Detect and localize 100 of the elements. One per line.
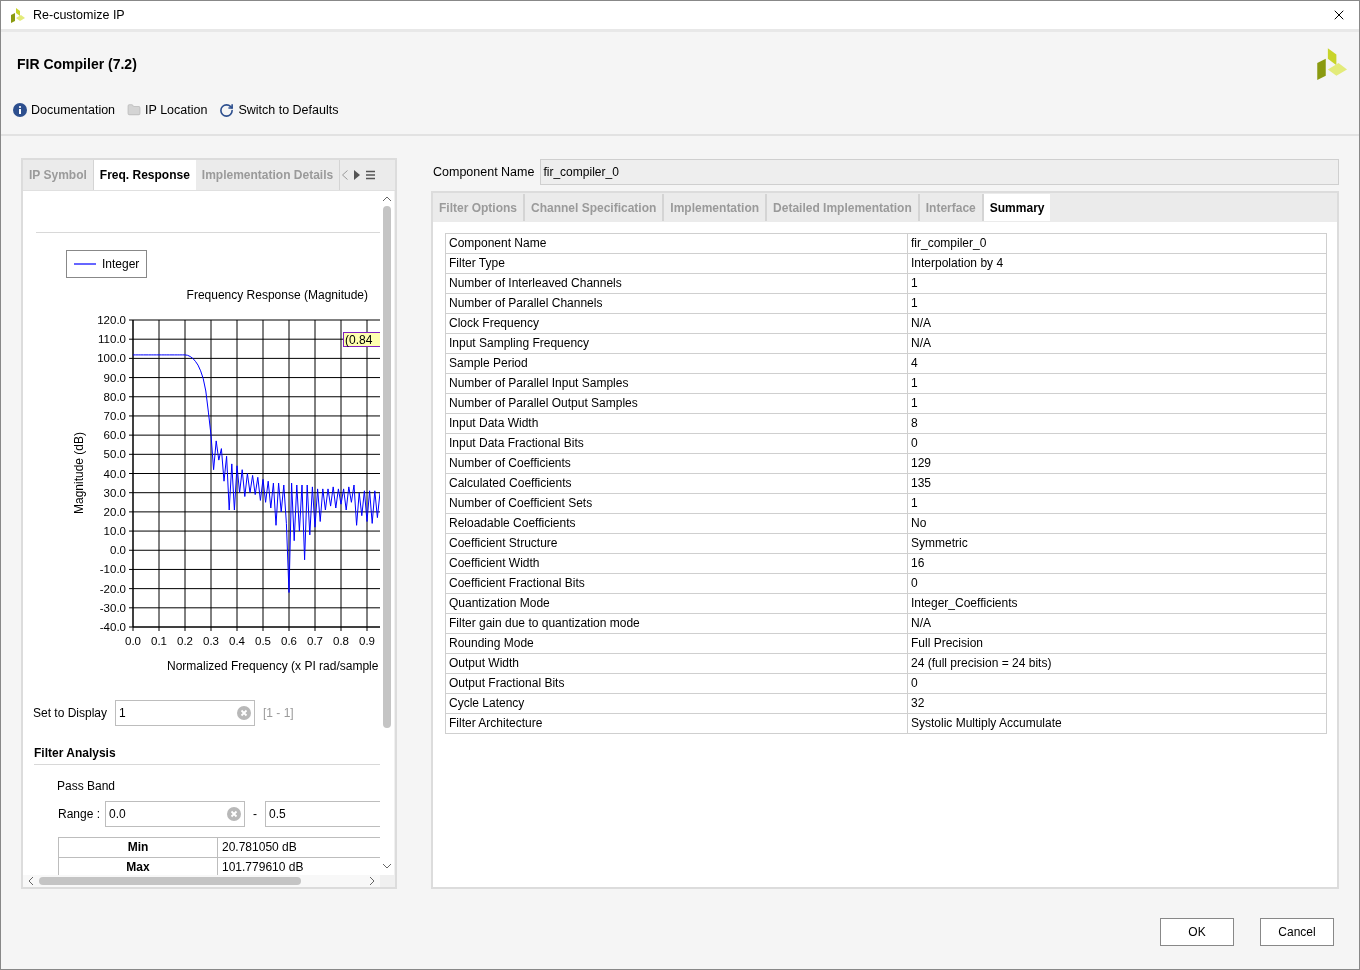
scroll-right-icon[interactable]: [354, 170, 361, 180]
summary-value-cell: 32: [908, 694, 1327, 713]
y-tick-label: -20.0: [99, 582, 126, 595]
x-tick-label: 0.2: [177, 635, 193, 647]
summary-name-cell: Coefficient Fractional Bits: [446, 574, 908, 593]
field-label: Range :: [58, 806, 101, 823]
summary-name-cell: Component Name: [446, 234, 908, 253]
x-tick-label: 0.4: [229, 635, 245, 647]
summary-value-cell: 135: [908, 474, 1327, 493]
dialog-button[interactable]: Cancel: [1260, 918, 1334, 946]
annotation: (0.84: [345, 333, 373, 347]
y-axis-label: Magnitude (dB): [72, 432, 86, 514]
summary-value-cell: Interpolation by 4: [908, 254, 1327, 273]
x-tick-label: 0.7: [307, 635, 323, 647]
summary-name-cell: Number of Coefficient Sets: [446, 494, 908, 513]
component-name-field[interactable]: fir_compiler_0: [540, 159, 1339, 185]
x-axis-label: Normalized Frequency (x PI rad/sample: [167, 659, 379, 673]
y-tick-label: -10.0: [99, 563, 126, 576]
range-separator: -: [252, 806, 259, 823]
x-tick-label: 0.1: [151, 635, 167, 647]
summary-value-cell: 1: [908, 374, 1327, 393]
scroll-left-icon[interactable]: [27, 876, 35, 886]
summary-name-cell: Coefficient Structure: [446, 534, 908, 553]
summary-value-cell: 1: [908, 294, 1327, 313]
panel-tab[interactable]: Freq. Response: [93, 160, 196, 190]
input-field[interactable]: 0.5: [265, 801, 380, 827]
input-field[interactable]: 0.0: [105, 801, 246, 827]
summary-name-cell: Input Sampling Frequency: [446, 334, 908, 353]
x-tick-label: 0.5: [255, 635, 271, 647]
x-tick-label: 0.3: [203, 635, 219, 647]
config-tab[interactable]: Summary: [983, 194, 1051, 221]
group-label: Pass Band: [57, 779, 116, 793]
summary-value-cell: 8: [908, 414, 1327, 433]
summary-name-cell: Coefficient Width: [446, 554, 908, 573]
scroll-right-icon[interactable]: [368, 876, 376, 886]
y-tick-label: -40.0: [99, 621, 126, 633]
summary-value-cell: 4: [908, 354, 1327, 373]
field-label: Set to Display: [33, 705, 109, 722]
summary-name-cell: Output Width: [446, 654, 908, 673]
summary-name-cell: Filter Architecture: [446, 714, 908, 733]
tooltip: (0.84: [343, 332, 380, 347]
range-hint: [1 - 1]: [263, 705, 294, 722]
summary-value-cell: No: [908, 514, 1327, 533]
summary-value-cell: 0: [908, 574, 1327, 593]
section-heading: Filter Analysis: [34, 746, 116, 760]
x-tick-label: 0.9: [359, 635, 375, 647]
summary-name-cell: Sample Period: [446, 354, 908, 373]
x-tick-label: 0.0: [125, 635, 141, 647]
info-icon: [13, 103, 27, 118]
x-tick-label: 0.6: [281, 635, 297, 647]
summary-value-cell: Symmetric: [908, 534, 1327, 553]
x-tick-label: 0.8: [333, 635, 349, 647]
summary-value-cell: N/A: [908, 614, 1327, 633]
summary-name-cell: Clock Frequency: [446, 314, 908, 333]
y-tick-label: 60.0: [103, 429, 126, 442]
summary-value-cell: 16: [908, 554, 1327, 573]
summary-name-cell: Number of Parallel Output Samples: [446, 394, 908, 413]
summary-name-cell: Number of Parallel Input Samples: [446, 374, 908, 393]
summary-name-cell: Cycle Latency: [446, 694, 908, 713]
y-tick-label: 80.0: [103, 390, 126, 403]
toolbar-button[interactable]: Documentation: [13, 101, 116, 120]
summary-name-cell: Calculated Coefficients: [446, 474, 908, 493]
summary-value-cell: 24 (full precision = 24 bits): [908, 654, 1327, 673]
summary-value-cell: 1: [908, 274, 1327, 293]
scroll-up-icon[interactable]: [382, 194, 392, 204]
app-logo: [9, 7, 25, 23]
toolbar-button[interactable]: Switch to Defaults: [219, 101, 339, 120]
summary-name-cell: Input Data Width: [446, 414, 908, 433]
y-tick-label: 0.0: [110, 544, 126, 557]
summary-name-cell: Number of Parallel Channels: [446, 294, 908, 313]
summary-name-cell: Input Data Fractional Bits: [446, 434, 908, 453]
y-tick-label: 10.0: [103, 525, 126, 538]
summary-value-cell: N/A: [908, 314, 1327, 333]
summary-name-cell: Rounding Mode: [446, 634, 908, 653]
toolbar-button[interactable]: IP Location: [127, 101, 208, 120]
summary-value-cell: N/A: [908, 334, 1327, 353]
y-tick-label: 100.0: [97, 352, 126, 365]
summary-value-cell: Full Precision: [908, 634, 1327, 653]
y-tick-label: 70.0: [103, 409, 126, 422]
stat-value-cell-text: 20.781050 dB: [221, 839, 297, 856]
summary-value-cell: Integer_Coefficients: [908, 594, 1327, 613]
dialog-button[interactable]: OK: [1160, 918, 1234, 946]
vertical-scrollbar[interactable]: [380, 191, 394, 875]
y-tick-label: -30.0: [99, 601, 126, 614]
chart-title: Frequency Response (Magnitude): [186, 288, 368, 302]
summary-value-cell: 1: [908, 494, 1327, 513]
stat-value-cell-text: 101.779610 dB: [221, 859, 304, 875]
refresh-icon: [219, 102, 235, 118]
window-title: Re-customize IP: [33, 6, 125, 24]
input-field[interactable]: 1: [115, 700, 255, 726]
stat-label-cell: Min: [59, 838, 218, 857]
y-tick-label: 90.0: [103, 371, 126, 384]
horizontal-scrollbar[interactable]: [23, 875, 380, 887]
y-tick-label: 110.0: [98, 333, 126, 346]
menu-icon[interactable]: [366, 170, 376, 180]
y-tick-label: 40.0: [103, 467, 126, 480]
scroll-down-icon[interactable]: [382, 861, 392, 871]
y-tick-label: 30.0: [103, 486, 126, 499]
summary-name-cell: Filter Type: [446, 254, 908, 273]
summary-name-cell: Number of Interleaved Channels: [446, 274, 908, 293]
